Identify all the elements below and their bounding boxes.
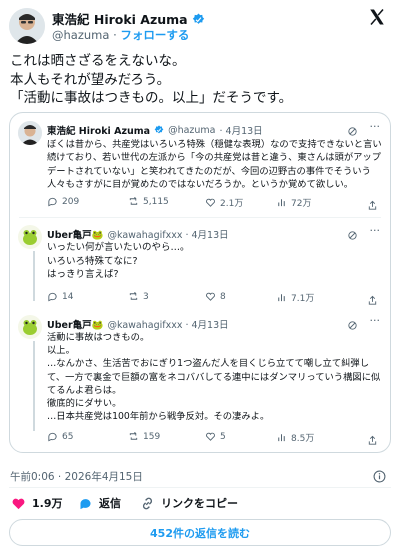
- view-count-value: 72万: [291, 199, 312, 209]
- retweet-count[interactable]: 5,115: [128, 196, 169, 207]
- heart-icon: [206, 292, 215, 301]
- reply-avatar[interactable]: [18, 225, 42, 249]
- like-total: 1.9万: [32, 497, 63, 510]
- reply-line: …日本共産党は100年前から戦争反対。その凄みよ。: [47, 411, 270, 423]
- like-count[interactable]: 8: [205, 291, 226, 302]
- tweet-line: 「活動に事故はつきもの。以上」だそうです。: [10, 90, 293, 106]
- author-handle[interactable]: @hazuma: [52, 28, 109, 42]
- copy-link-label: リンクをコピー: [161, 497, 238, 510]
- reply-icon: [48, 292, 57, 302]
- reply-body: いったい何が言いたいのやら…。 いろいろ特殊てなに? はっきり言えば?: [47, 241, 190, 282]
- share-icon[interactable]: [367, 291, 378, 310]
- views-icon: [278, 434, 285, 442]
- share-icon[interactable]: [367, 431, 378, 450]
- like-count-value: 5: [220, 431, 226, 442]
- view-count-value: 8.5万: [291, 434, 315, 444]
- copy-link-button[interactable]: リンクをコピー: [140, 495, 238, 511]
- info-icon[interactable]: [373, 468, 386, 487]
- reply-body: 活動に事故はつきもの。 以上。 …なんかさ、生活苦でおにぎり1つ盗んだ人を目くじ…: [47, 331, 382, 423]
- reply-count[interactable]: 209: [47, 196, 79, 207]
- reply-count[interactable]: 65: [47, 431, 73, 442]
- reply-header: Uber亀戸🐸 @kawahagifxxx · 4月13日: [47, 227, 229, 241]
- retweet-count[interactable]: 159: [128, 431, 160, 442]
- follow-button[interactable]: フォローする: [120, 28, 189, 42]
- more-options-icon[interactable]: ···: [370, 224, 381, 237]
- thread-line: [33, 251, 35, 301]
- reply-line: 以上。: [47, 345, 75, 357]
- reply-line: はっきり言えば?: [47, 269, 119, 280]
- divider: [9, 487, 391, 488]
- grok-icon[interactable]: [347, 226, 358, 245]
- quoted-avatar[interactable]: [18, 121, 42, 145]
- verified-badge-icon: [154, 125, 164, 134]
- quoted-header: 東浩紀 Hiroki Azuma @hazuma · 4月13日: [47, 123, 263, 138]
- reply-avatar[interactable]: [18, 315, 42, 339]
- thread-line: [33, 341, 35, 431]
- reply-line: 徹底的にダサい。: [47, 398, 122, 410]
- quoted-name[interactable]: 東浩紀 Hiroki Azuma: [47, 123, 150, 137]
- view-count[interactable]: 72万: [276, 196, 311, 209]
- retweet-icon: [129, 292, 138, 300]
- retweet-count-value: 5,115: [143, 196, 169, 207]
- retweet-icon: [129, 432, 138, 440]
- retweet-icon: [129, 197, 138, 205]
- reply-header: Uber亀戸🐸 @kawahagifxxx · 4月13日: [47, 317, 229, 331]
- reply-icon: [48, 197, 57, 207]
- reply-count-value: 209: [62, 196, 80, 207]
- heart-icon: [206, 432, 215, 441]
- heart-filled-icon: [12, 498, 25, 509]
- retweet-count[interactable]: 3: [128, 291, 149, 302]
- retweet-count-value: 3: [143, 291, 149, 302]
- tweet-timestamp[interactable]: 午前0:06 · 2026年4月15日: [10, 469, 143, 484]
- like-count[interactable]: 5: [205, 431, 226, 442]
- reply-button[interactable]: 返信: [78, 495, 121, 511]
- reply-handle[interactable]: @kawahagifxxx · 4月13日: [107, 227, 228, 241]
- read-replies-button[interactable]: 452件の返信を読む: [9, 519, 391, 546]
- reply-handle[interactable]: @kawahagifxxx · 4月13日: [107, 317, 228, 331]
- reply-count[interactable]: 14: [47, 291, 73, 302]
- share-icon[interactable]: [367, 196, 378, 215]
- retweet-count-value: 159: [143, 431, 161, 442]
- like-count[interactable]: 2.1万: [205, 196, 243, 209]
- reply-line: …なんかさ、生活苦でおにぎり1つ盗んだ人を目くじら立てて嘲し立て糾弾して、一方で…: [47, 358, 381, 396]
- read-replies-label: 452件の返信を読む: [150, 526, 250, 540]
- tweet-text: これは晒さざるをえないな。 本人もそれが望みだろう。 「活動に事故はつきもの。以…: [10, 52, 292, 108]
- link-icon: [142, 497, 153, 509]
- reply-line: いろいろ特殊てなに?: [47, 255, 138, 267]
- reply-name[interactable]: Uber亀戸🐸: [47, 227, 103, 241]
- reply-count-value: 65: [62, 431, 74, 442]
- heart-icon: [206, 198, 215, 207]
- like-count-value: 2.1万: [220, 199, 244, 209]
- reply-name[interactable]: Uber亀戸🐸: [47, 317, 103, 331]
- more-options-icon[interactable]: ···: [370, 314, 381, 327]
- views-icon: [278, 294, 285, 302]
- author-handle-row: @hazuma · フォローする: [52, 27, 189, 43]
- reply-count-value: 14: [62, 291, 74, 302]
- more-options-icon[interactable]: ···: [370, 120, 381, 133]
- quoted-body: ぼくは昔から、共産党はいろいろ特殊（穏健な表現）なので支持できないと言い続けてお…: [47, 139, 382, 190]
- reply-line: いったい何が言いたいのやら…。: [47, 242, 190, 253]
- quoted-date[interactable]: · 4月13日: [220, 123, 263, 137]
- author-name[interactable]: 東浩紀 Hiroki Azuma: [52, 12, 188, 27]
- quoted-thread[interactable]: 東浩紀 Hiroki Azuma @hazuma · 4月13日 ··· ぼくは…: [9, 112, 391, 453]
- reply-label: 返信: [99, 497, 121, 510]
- quoted-handle[interactable]: @hazuma: [168, 125, 215, 136]
- like-button[interactable]: 1.9万: [11, 495, 63, 511]
- verified-badge-icon: [192, 13, 205, 24]
- tweet-line: これは晒さざるをえないな。: [10, 53, 186, 69]
- divider: [19, 217, 381, 218]
- like-count-value: 8: [220, 291, 226, 302]
- view-count[interactable]: 8.5万: [276, 431, 314, 444]
- views-icon: [278, 199, 285, 207]
- reply-icon: [48, 432, 57, 442]
- reply-line: 活動に事故はつきもの。: [47, 332, 150, 343]
- author-name-row: 東浩紀 Hiroki Azuma: [52, 9, 205, 28]
- tweet-line: 本人もそれが望みだろう。: [10, 71, 171, 88]
- view-count[interactable]: 7.1万: [276, 291, 314, 304]
- view-count-value: 7.1万: [291, 294, 315, 304]
- author-avatar[interactable]: [9, 8, 45, 44]
- reply-icon: [80, 498, 91, 509]
- x-logo-icon[interactable]: [368, 8, 388, 28]
- separator: ·: [113, 28, 117, 42]
